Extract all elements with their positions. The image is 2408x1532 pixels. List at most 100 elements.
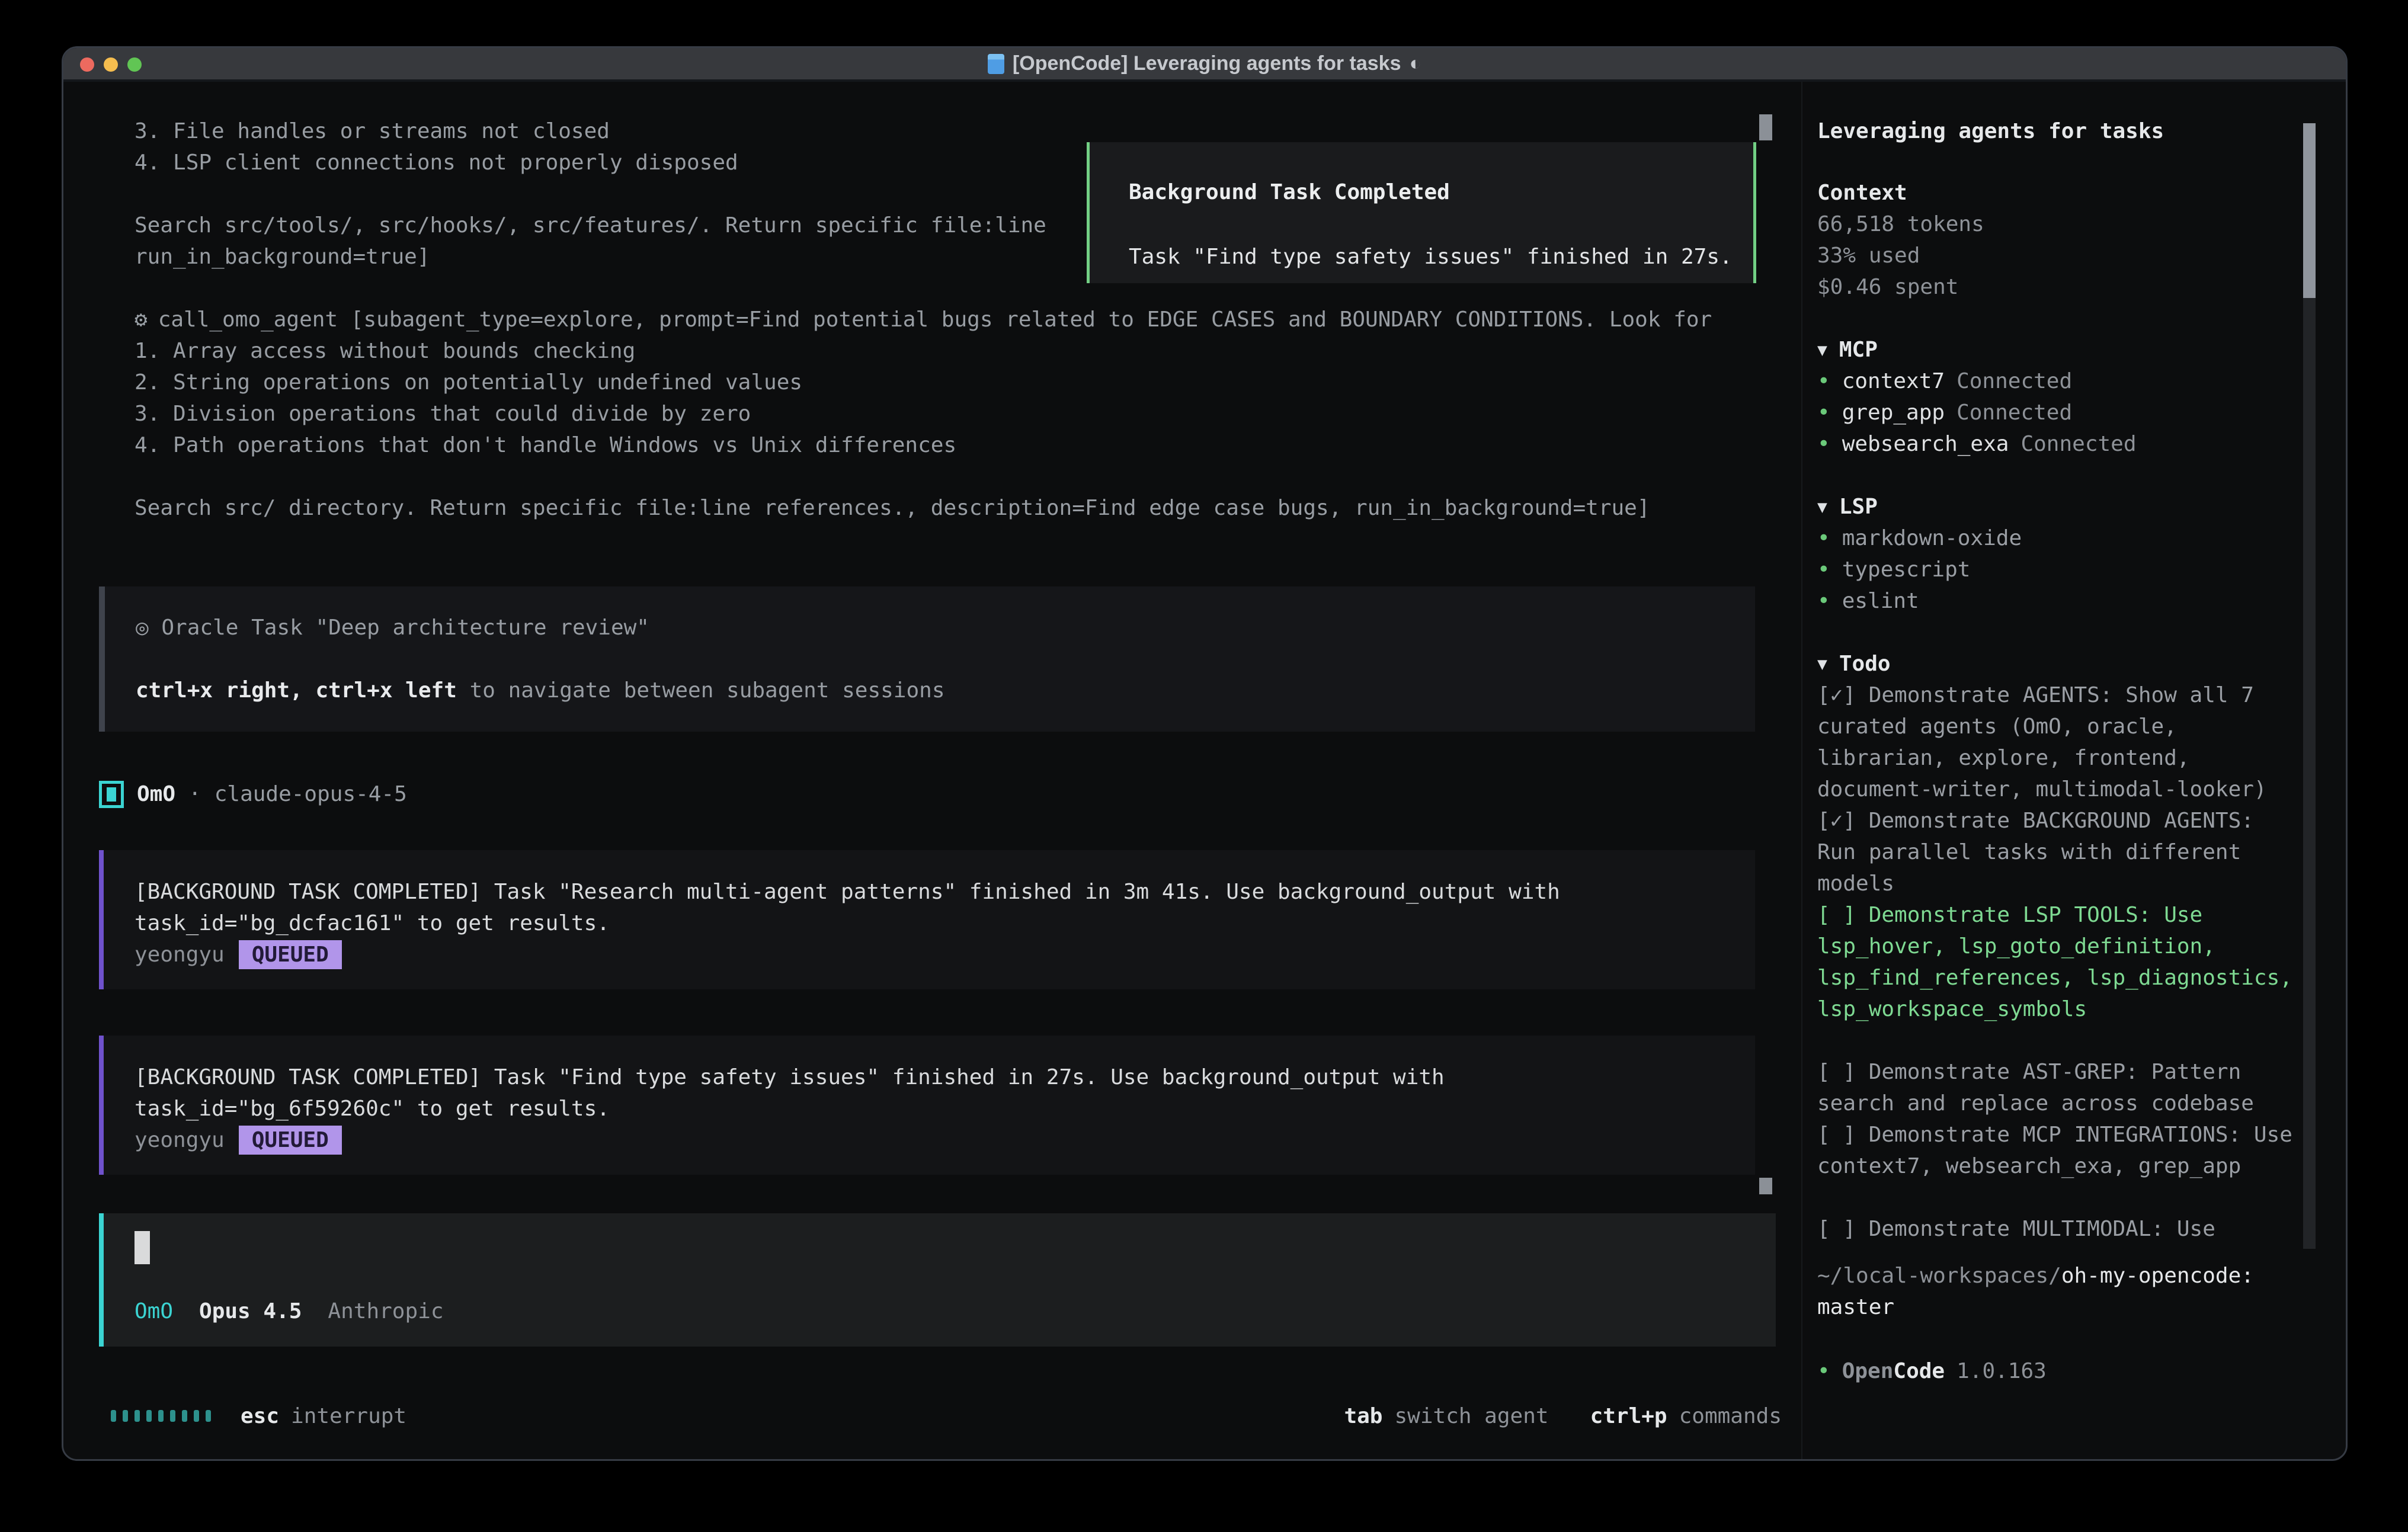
spinner-dot <box>170 1410 175 1422</box>
tool-call-item: 2. String operations on potentially unde… <box>99 367 1802 398</box>
todo-heading-label: Todo <box>1839 648 1891 680</box>
message-line: [BACKGROUND TASK COMPLETED] Task "Find t… <box>135 1062 1755 1093</box>
context-tokens: 66,518 tokens <box>1817 209 2300 240</box>
chevron-down-icon: ▼ <box>1817 491 1827 523</box>
status-dot-icon: • <box>1817 366 1830 397</box>
message-meta: yeongyu QUEUED <box>135 939 1755 970</box>
spinner-dot <box>135 1410 140 1422</box>
todo-item-pending: [ ] Demonstrate MCP INTEGRATIONS: Use co… <box>1817 1119 2300 1182</box>
agent-icon-fill <box>107 787 116 802</box>
tool-call-item: 3. Division operations that could divide… <box>99 398 1802 430</box>
todo-item-done: [✓] Demonstrate BACKGROUND AGENTS: Run p… <box>1817 805 2300 899</box>
mcp-item: • grep_app Connected <box>1817 397 2300 428</box>
session-sidebar: Leveraging agents for tasks Context 66,5… <box>1802 82 2346 1459</box>
spinner-dot <box>123 1410 128 1422</box>
message-author: yeongyu <box>135 943 225 967</box>
status-bar: esc interrupt tab switch agent ctrl+p co… <box>99 1396 1802 1435</box>
model-status-line: OmO Opus 4.5 Anthropic <box>135 1296 1776 1327</box>
todo-item-pending: [ ] Demonstrate MULTIMODAL: Use <box>1817 1213 2300 1245</box>
main-scrollbar-thumb[interactable] <box>1759 1178 1772 1194</box>
oracle-task-title: ◎ Oracle Task "Deep architecture review" <box>136 612 1755 643</box>
lsp-item: • typescript <box>1817 554 2300 585</box>
context-used: 33% used <box>1817 240 2300 271</box>
session-title: Leveraging agents for tasks <box>1817 116 2300 147</box>
app-name-code: Code <box>1893 1359 1945 1383</box>
status-dot-icon: • <box>1817 397 1830 428</box>
gear-icon: ⚙ <box>135 304 148 335</box>
hint-key-left: ctrl+x left <box>315 678 456 703</box>
mcp-heading-label: MCP <box>1839 334 1878 366</box>
context-heading: Context <box>1817 177 2300 209</box>
ctrlp-key-hint: ctrl+p <box>1590 1404 1667 1428</box>
message-line: [BACKGROUND TASK COMPLETED] Task "Resear… <box>135 876 1755 908</box>
context-spent: $0.46 spent <box>1817 271 2300 303</box>
traffic-lights <box>80 57 142 72</box>
agent-icon <box>99 781 124 808</box>
ctrlp-key-label: commands <box>1679 1404 1782 1428</box>
spinner-dot <box>206 1410 211 1422</box>
esc-key-hint: esc <box>241 1404 279 1428</box>
message-meta: yeongyu QUEUED <box>135 1124 1755 1156</box>
status-dot-icon: • <box>1817 428 1830 460</box>
input-provider-name: Anthropic <box>328 1296 443 1327</box>
input-spacer <box>135 1264 1776 1296</box>
mcp-section-toggle[interactable]: ▼ MCP <box>1817 334 2300 366</box>
app-name: OpenCode <box>1842 1355 1945 1387</box>
window-title: [OpenCode] Leveraging agents for tasks <box>1013 52 1401 75</box>
lsp-name: typescript <box>1842 554 1971 585</box>
spinner-dot <box>182 1410 187 1422</box>
tool-call-text: call_omo_agent [subagent_type=explore, p… <box>158 307 1712 332</box>
mcp-item: •websearch_exaConnected <box>1817 428 2300 460</box>
tab-key-hint: tab <box>1344 1404 1382 1428</box>
esc-key-label: interrupt <box>291 1404 406 1428</box>
prompt-input[interactable]: OmO Opus 4.5 Anthropic <box>99 1213 1776 1347</box>
tool-call-item: 1. Array access without bounds checking <box>99 335 1802 367</box>
status-badge: QUEUED <box>239 940 342 969</box>
main-scrollbar-thumb[interactable] <box>1759 114 1772 140</box>
oracle-hint: ctrl+x right, ctrl+x left to navigate be… <box>136 675 1755 706</box>
spinner-dot <box>146 1410 152 1422</box>
status-dot-icon: • <box>1817 523 1830 554</box>
close-button[interactable] <box>80 57 94 72</box>
spinner-dot <box>158 1410 164 1422</box>
oracle-title-text: Oracle Task "Deep architecture review" <box>161 616 649 640</box>
blank-line <box>136 643 1755 675</box>
status-dot-icon: • <box>1817 554 1830 585</box>
lsp-name: eslint <box>1842 585 1919 617</box>
status-dot-icon: • <box>1817 1355 1830 1387</box>
agent-model: claude-opus-4-5 <box>214 782 407 806</box>
maximize-button[interactable] <box>127 57 142 72</box>
lsp-section-toggle[interactable]: ▼LSP <box>1817 491 2300 523</box>
blank-line <box>99 461 1802 492</box>
minimize-button[interactable] <box>104 57 118 72</box>
mcp-status: Connected <box>2020 428 2136 460</box>
background-task-toast: Background Task Completed Task "Find typ… <box>1087 142 1756 283</box>
oracle-icon: ◎ <box>136 616 149 640</box>
background-task-message: [BACKGROUND TASK COMPLETED] Task "Find t… <box>99 1036 1755 1175</box>
tool-call-item: 4. Path operations that don't handle Win… <box>99 430 1802 461</box>
mcp-name: context7 <box>1842 366 1945 397</box>
terminal-main-area: Background Task Completed Task "Find typ… <box>63 82 1802 1459</box>
message-line: task_id="bg_dcfac161" to get results. <box>135 908 1755 939</box>
mcp-status: Connected <box>1956 397 2072 428</box>
chevron-down-icon: ▼ <box>1817 648 1827 680</box>
tool-call-line: ⚙ call_omo_agent [subagent_type=explore, … <box>99 304 1802 335</box>
workspace-branch <box>2254 1264 2267 1288</box>
workspace-branch-name: master <box>1817 1295 1894 1319</box>
app-name-open: Open <box>1842 1359 1894 1383</box>
context-heading-label: Context <box>1817 177 1907 209</box>
sidebar-scrollbar-thumb[interactable] <box>2303 123 2316 298</box>
mcp-name: grep_app <box>1842 397 1945 428</box>
lsp-item: • eslint <box>1817 585 2300 617</box>
lsp-item: • markdown-oxide <box>1817 523 2300 554</box>
todo-section-toggle[interactable]: ▼ Todo <box>1817 648 2300 680</box>
app-version: • OpenCode 1.0.163 <box>1817 1355 2300 1387</box>
input-model-name: Opus 4.5 <box>199 1296 302 1327</box>
status-badge: QUEUED <box>239 1126 342 1155</box>
hint-key-right: ctrl+x right, <box>136 678 303 703</box>
status-dot-icon: • <box>1817 585 1830 617</box>
tab-key-label: switch agent <box>1394 1404 1548 1428</box>
lsp-name: markdown-oxide <box>1842 523 2022 554</box>
workspace-path: ~/local-workspaces/oh-my-opencode: maste… <box>1817 1260 2300 1323</box>
chevron-down-icon: ▼ <box>1817 334 1827 366</box>
